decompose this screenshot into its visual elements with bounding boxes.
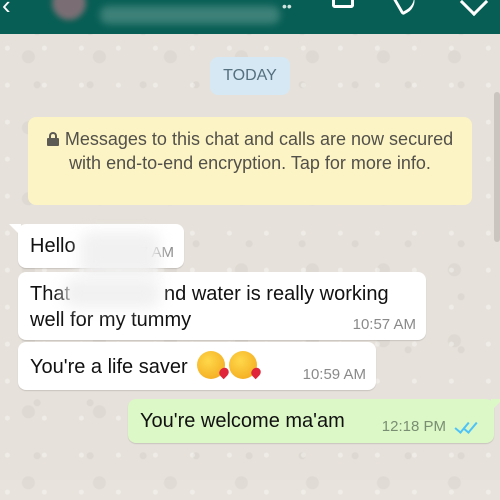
kissing-heart-emoji-icon	[229, 351, 258, 379]
lock-icon	[46, 132, 59, 146]
message-time: 10:59 AM	[302, 366, 366, 383]
incoming-message[interactable]: You're a life saver 10:59 AM	[18, 342, 376, 390]
encryption-notice-text: Messages to this chat and calls are now …	[64, 129, 454, 173]
message-time: 10:57 AM	[352, 316, 416, 333]
redaction-blur	[80, 232, 160, 276]
back-arrow-icon[interactable]: ‹	[2, 0, 28, 18]
message-time: 12:18 PM	[381, 418, 446, 435]
message-text: You're welcome ma'am	[140, 410, 345, 432]
date-chip: TODAY	[210, 57, 290, 95]
scrollbar[interactable]	[494, 92, 500, 242]
chat-bottom-edge	[0, 480, 500, 500]
outgoing-message[interactable]: You're welcome ma'am 12:18 PM	[128, 399, 500, 443]
message-text: You're a life saver	[30, 351, 258, 380]
typing-indicator: ••	[282, 0, 292, 14]
avatar[interactable]	[52, 0, 86, 20]
kissing-heart-emoji-icon	[197, 351, 226, 379]
video-call-icon[interactable]	[332, 0, 354, 8]
double-tick-read-icon	[452, 419, 480, 433]
message-text: Hello	[30, 235, 76, 257]
redaction-blur	[64, 278, 160, 308]
more-options-icon[interactable]	[459, 0, 489, 17]
voice-call-icon[interactable]	[392, 0, 420, 16]
contact-name-redacted[interactable]	[100, 6, 280, 24]
message-text-content: You're a life saver	[30, 356, 188, 378]
message-text-line2: well for my tummy	[30, 309, 192, 331]
message-text-line1-end: nd water is really working	[164, 283, 389, 305]
chat-header: ‹ ••	[0, 0, 500, 34]
encryption-notice[interactable]: Messages to this chat and calls are now …	[28, 117, 472, 205]
